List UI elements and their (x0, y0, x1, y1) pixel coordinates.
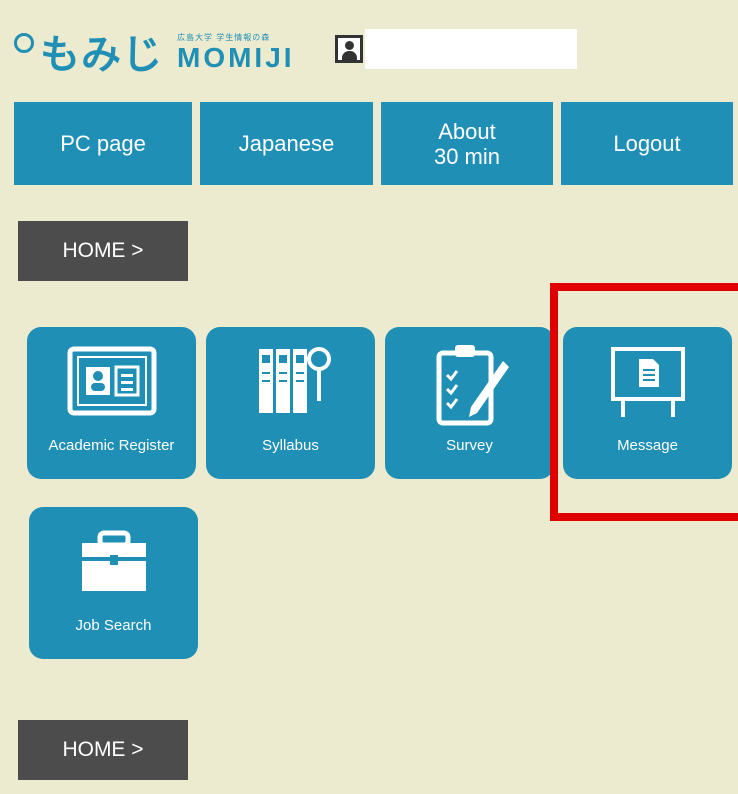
home-button-top[interactable]: HOME > (18, 221, 188, 281)
pc-page-button[interactable]: PC page (14, 102, 192, 185)
highlight-frame (550, 283, 738, 521)
binders-magnifier-icon (258, 347, 331, 413)
tile-label: Survey (446, 437, 493, 454)
tile-job-search[interactable]: Job Search (29, 507, 198, 659)
session-time-line2: 30 min (433, 143, 501, 169)
logo-text: MOMIJI (177, 41, 295, 73)
id-card-icon (67, 346, 156, 416)
user-name-redacted (365, 29, 577, 69)
session-time-button[interactable]: About 30 min (381, 102, 553, 185)
japanese-button[interactable]: Japanese (200, 102, 373, 185)
tile-syllabus[interactable]: Syllabus (206, 327, 375, 479)
logo-right: 広島大学 学生情報の森 MOMIJI (177, 32, 295, 73)
clipboard-pen-icon (436, 345, 509, 426)
logo-kana: もみじ (14, 22, 163, 80)
tile-academic-register[interactable]: Academic Register (27, 327, 196, 479)
top-nav: PC page Japanese About 30 min Logout (0, 102, 738, 185)
momiji-logo[interactable]: もみじ 広島大学 学生情報の森 MOMIJI (14, 22, 295, 80)
tile-label: Academic Register (48, 437, 175, 454)
session-time-line1: About (438, 118, 496, 144)
tile-survey[interactable]: Survey (385, 327, 554, 479)
logo-kana-text: もみじ (40, 32, 163, 78)
user-info (335, 29, 577, 69)
user-icon (335, 35, 363, 63)
home-button-bottom[interactable]: HOME > (18, 720, 188, 780)
briefcase-icon (81, 530, 146, 591)
header: もみじ 広島大学 学生情報の森 MOMIJI (0, 0, 738, 95)
logout-button[interactable]: Logout (561, 102, 733, 185)
logo-subtitle: 広島大学 学生情報の森 (177, 32, 271, 42)
logo-dot-icon (14, 33, 34, 53)
tile-label: Job Search (75, 617, 152, 634)
tile-label: Syllabus (262, 437, 319, 454)
